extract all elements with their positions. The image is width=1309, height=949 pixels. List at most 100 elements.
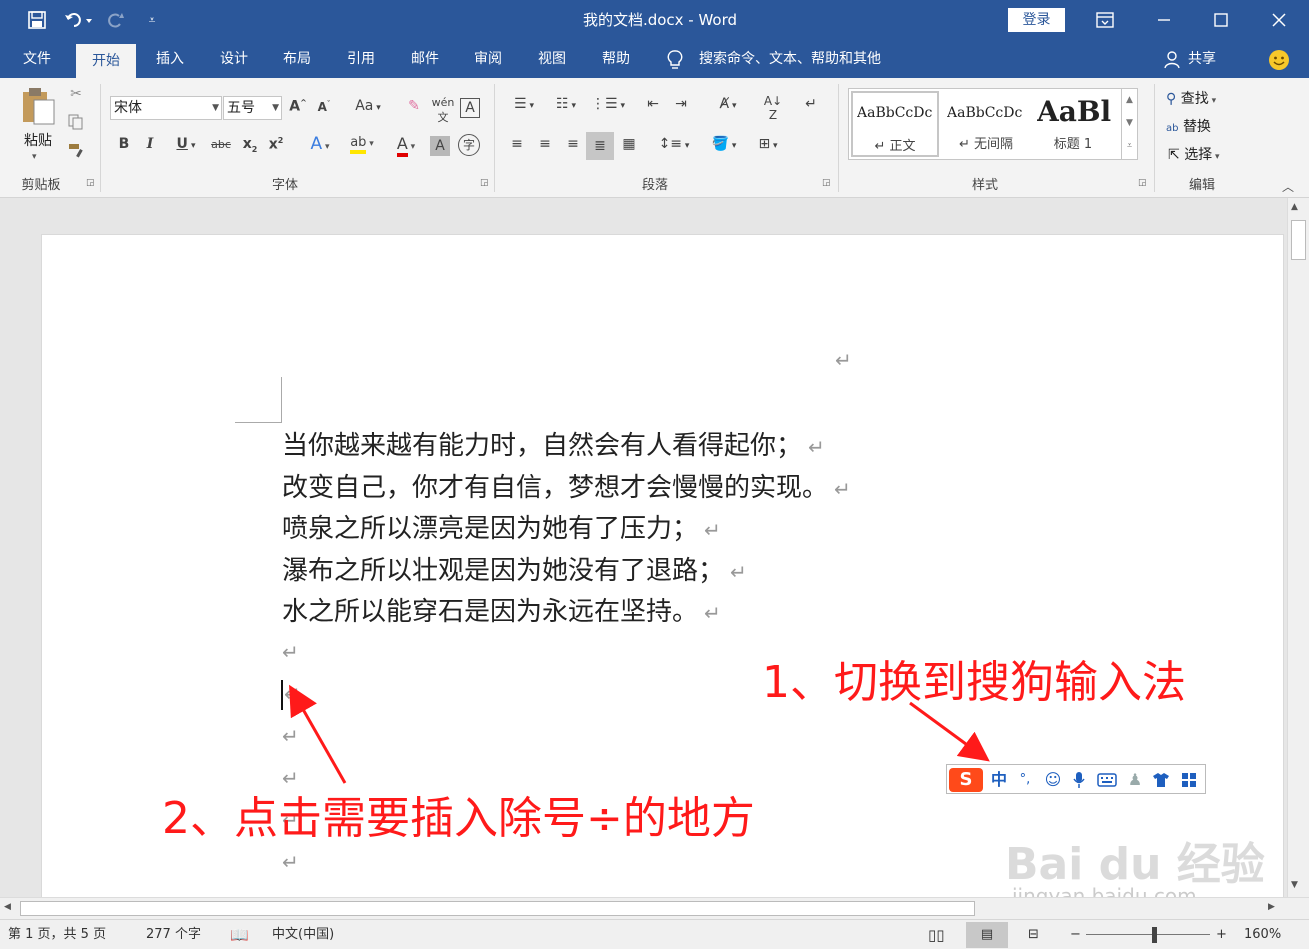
borders-icon[interactable]: ⊞ ▾ bbox=[750, 136, 786, 152]
horizontal-scrollbar[interactable]: ◀ ▶ bbox=[0, 897, 1309, 919]
language-indicator[interactable]: 中文(中国) bbox=[272, 920, 334, 949]
enclose-characters-icon[interactable]: 字 bbox=[458, 134, 480, 156]
ime-mode-toggle[interactable]: 中 bbox=[987, 768, 1011, 792]
tab-review[interactable]: 审阅 bbox=[460, 40, 516, 78]
styles-launcher-icon[interactable]: ◲ bbox=[1138, 178, 1147, 188]
font-name-combo[interactable]: 宋体 ▼ bbox=[110, 96, 222, 120]
smiley-feedback-icon[interactable] bbox=[1268, 49, 1290, 71]
font-color-icon[interactable]: A ▾ bbox=[388, 134, 424, 157]
chevron-down-icon[interactable]: ▼ bbox=[1122, 112, 1137, 135]
read-mode-icon[interactable]: ▯▯ bbox=[928, 920, 945, 949]
multilevel-list-icon[interactable]: ⋮☰ ▾ bbox=[590, 96, 626, 112]
login-button[interactable]: 登录 bbox=[1008, 8, 1065, 32]
zoom-slider[interactable] bbox=[1086, 934, 1210, 935]
style-item-no-spacing[interactable]: AaBbCcDc ↵ 无间隔 bbox=[943, 93, 1033, 155]
character-shading-icon[interactable]: A bbox=[430, 136, 450, 156]
skin-shirt-icon[interactable] bbox=[1149, 768, 1173, 792]
zoom-out-icon[interactable]: − bbox=[1070, 920, 1081, 949]
copy-icon[interactable] bbox=[66, 114, 86, 134]
clear-formatting-icon[interactable]: ✎ bbox=[404, 98, 424, 114]
styles-scroll[interactable]: ▲ ▼ ⩡ bbox=[1121, 89, 1137, 159]
chevron-up-icon[interactable]: ▲ bbox=[1122, 89, 1137, 112]
sogou-logo-icon[interactable]: S bbox=[949, 768, 983, 792]
subscript-icon[interactable]: x2 bbox=[240, 136, 260, 154]
font-size-combo[interactable]: 五号 ▼ bbox=[223, 96, 282, 120]
replace-button[interactable]: ab 替换 bbox=[1166, 116, 1256, 138]
scroll-up-icon[interactable]: ▲ bbox=[1291, 202, 1298, 212]
phonetic-guide-icon[interactable]: wén 文 bbox=[430, 96, 456, 125]
toolbox-grid-icon[interactable] bbox=[1177, 768, 1201, 792]
styles-gallery[interactable]: AaBbCcDc ↵ 正文 AaBbCcDc ↵ 无间隔 AaBl 标题 1 ▲… bbox=[848, 88, 1138, 160]
undo-icon[interactable] bbox=[60, 0, 98, 40]
paste-dropdown-icon[interactable]: ▾ bbox=[32, 152, 37, 162]
more-styles-icon[interactable]: ⩡ bbox=[1122, 135, 1137, 158]
paragraph-launcher-icon[interactable]: ◲ bbox=[822, 178, 831, 188]
shading-icon[interactable]: 🪣 ▾ bbox=[706, 136, 742, 152]
minimize-icon[interactable] bbox=[1146, 0, 1182, 40]
clipboard-launcher-icon[interactable]: ◲ bbox=[86, 178, 95, 188]
show-marks-icon[interactable]: ↵ bbox=[800, 96, 822, 112]
print-layout-button[interactable]: ▤ bbox=[966, 922, 1008, 948]
proofing-icon[interactable]: 📖 bbox=[230, 920, 249, 949]
find-button[interactable]: ⚲ 查找 ▾ bbox=[1166, 88, 1256, 110]
paste-icon[interactable] bbox=[20, 86, 60, 126]
align-left-icon[interactable]: ≡ bbox=[506, 136, 528, 152]
vertical-scroll-thumb[interactable] bbox=[1291, 220, 1306, 260]
page-count[interactable]: 第 1 页，共 5 页 bbox=[8, 920, 106, 949]
word-count[interactable]: 277 个字 bbox=[146, 920, 201, 949]
tab-design[interactable]: 设计 bbox=[206, 40, 262, 78]
horizontal-scroll-thumb[interactable] bbox=[20, 901, 975, 916]
paste-label[interactable]: 粘贴 bbox=[18, 130, 58, 150]
zoom-slider-thumb[interactable] bbox=[1152, 927, 1157, 943]
customize-qat-icon[interactable]: ⩡ bbox=[140, 0, 164, 40]
text-effects-icon[interactable]: A ▾ bbox=[302, 134, 338, 154]
user-icon[interactable]: ♟ bbox=[1123, 768, 1147, 792]
microphone-icon[interactable] bbox=[1067, 768, 1091, 792]
font-launcher-icon[interactable]: ◲ bbox=[480, 178, 489, 188]
close-icon[interactable] bbox=[1261, 0, 1297, 40]
tab-home[interactable]: 开始 bbox=[76, 44, 136, 78]
underline-icon[interactable]: U ▾ bbox=[168, 136, 204, 152]
highlight-color-icon[interactable]: ab ▾ bbox=[344, 134, 380, 154]
format-painter-icon[interactable] bbox=[66, 142, 86, 162]
zoom-in-icon[interactable]: + bbox=[1216, 920, 1227, 949]
sogou-ime-toolbar[interactable]: S 中 °, ☺ ♟ bbox=[946, 764, 1206, 794]
zoom-level[interactable]: 160% bbox=[1244, 920, 1281, 949]
grow-font-icon[interactable]: A^ bbox=[288, 98, 308, 115]
tab-references[interactable]: 引用 bbox=[333, 40, 389, 78]
decrease-indent-icon[interactable]: ⇤ bbox=[642, 96, 664, 112]
save-icon[interactable] bbox=[24, 0, 50, 40]
ribbon-display-options-icon[interactable] bbox=[1090, 0, 1120, 40]
emoji-icon[interactable]: ☺ bbox=[1041, 768, 1065, 792]
align-right-icon[interactable]: ≡ bbox=[562, 136, 584, 152]
tab-insert[interactable]: 插入 bbox=[142, 40, 198, 78]
cut-icon[interactable]: ✂ bbox=[66, 86, 86, 106]
change-case-button[interactable]: Aa ▾ bbox=[350, 98, 386, 114]
tab-view[interactable]: 视图 bbox=[524, 40, 580, 78]
bold-icon[interactable]: B bbox=[116, 136, 132, 152]
superscript-icon[interactable]: x2 bbox=[266, 136, 286, 153]
tell-me-search[interactable]: 搜索命令、文本、帮助和其他 bbox=[699, 40, 881, 78]
sort-icon[interactable]: A↓ Z bbox=[762, 94, 784, 122]
scroll-right-icon[interactable]: ▶ bbox=[1268, 902, 1275, 912]
numbering-icon[interactable]: ☷ ▾ bbox=[548, 96, 584, 112]
tab-help[interactable]: 帮助 bbox=[588, 40, 644, 78]
ime-punctuation-toggle[interactable]: °, bbox=[1013, 768, 1037, 792]
style-item-normal[interactable]: AaBbCcDc ↵ 正文 bbox=[851, 91, 939, 157]
share-button[interactable]: 共享 bbox=[1188, 40, 1216, 78]
style-item-heading1[interactable]: AaBl 标题 1 bbox=[1035, 93, 1115, 155]
keyboard-icon[interactable] bbox=[1095, 768, 1119, 792]
scroll-left-icon[interactable]: ◀ bbox=[4, 902, 11, 912]
collapse-ribbon-icon[interactable]: ︿ bbox=[1282, 178, 1294, 195]
select-button[interactable]: ⇱ 选择 ▾ bbox=[1168, 144, 1258, 166]
tab-file[interactable]: 文件 bbox=[8, 40, 66, 78]
scroll-down-icon[interactable]: ▼ bbox=[1291, 880, 1298, 890]
web-layout-icon[interactable]: ⊟ bbox=[1028, 920, 1039, 949]
bullets-icon[interactable]: ☰ ▾ bbox=[506, 96, 542, 112]
vertical-scrollbar[interactable]: ▲ ▼ bbox=[1287, 198, 1309, 897]
maximize-icon[interactable] bbox=[1203, 0, 1239, 40]
tab-mailings[interactable]: 邮件 bbox=[397, 40, 453, 78]
justify-icon[interactable]: ≣ bbox=[586, 132, 614, 160]
strikethrough-icon[interactable]: abc bbox=[208, 138, 234, 151]
redo-icon[interactable] bbox=[104, 0, 128, 40]
